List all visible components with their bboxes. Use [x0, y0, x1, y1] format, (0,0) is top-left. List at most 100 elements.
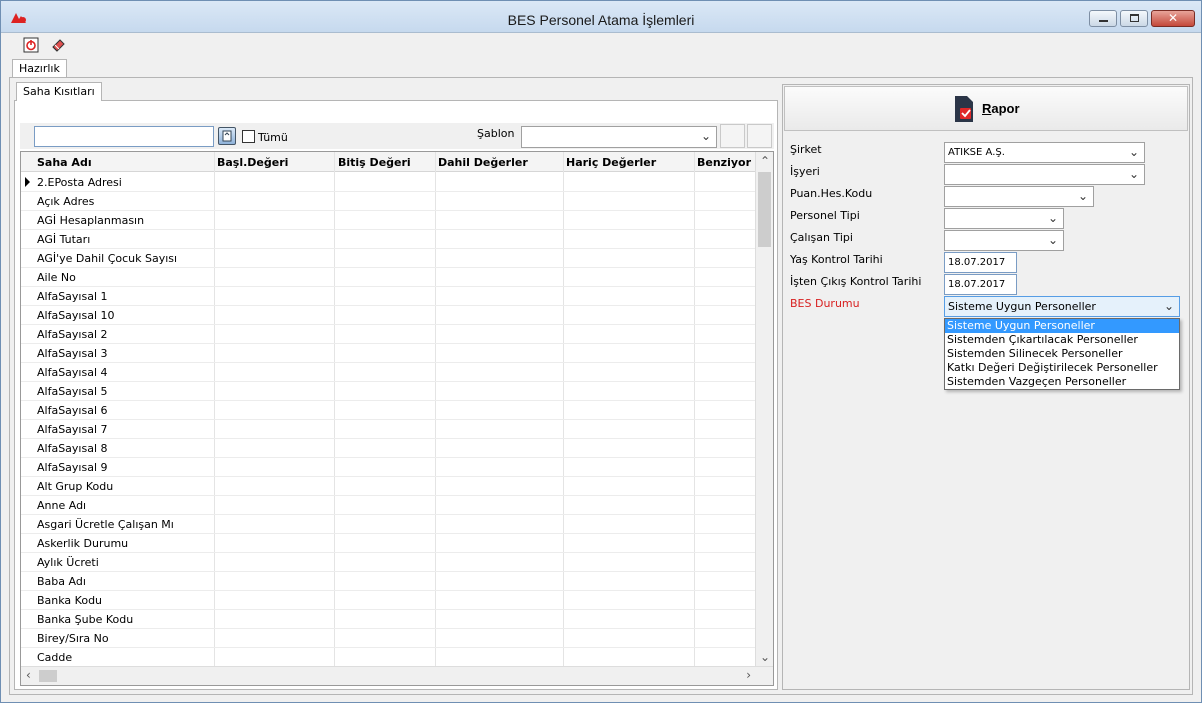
maximize-icon	[1130, 14, 1139, 22]
sablon-select[interactable]: ⌄	[521, 126, 717, 148]
column-header[interactable]: Benziyor	[697, 156, 751, 169]
scroll-left-icon[interactable]: ‹	[26, 668, 31, 682]
isten-cikis-label: İşten Çıkış Kontrol Tarihi	[790, 275, 922, 288]
table-row[interactable]: Banka Kodu	[21, 591, 756, 610]
dropdown-option[interactable]: Sistemden Vazgeçen Personeller	[945, 375, 1179, 389]
yas-kontrol-label: Yaş Kontrol Tarihi	[790, 253, 883, 266]
sirket-value: ATIKSE A.Ş.	[948, 147, 1005, 158]
table-row[interactable]: AlfaSayısal 6	[21, 401, 756, 420]
title-bar: BES Personel Atama İşlemleri ✕	[1, 1, 1201, 33]
search-input[interactable]	[34, 126, 214, 147]
chevron-down-icon: ⌄	[1077, 189, 1088, 203]
app-window: BES Personel Atama İşlemleri ✕ Hazırlık …	[0, 0, 1202, 703]
vertical-scrollbar[interactable]: ⌃ ⌄	[755, 152, 773, 666]
scroll-right-icon[interactable]: ›	[746, 668, 751, 682]
saha-adi-cell: AlfaSayısal 1	[37, 290, 108, 303]
table-row[interactable]: AlfaSayısal 9	[21, 458, 756, 477]
chevron-down-icon: ⌄	[700, 129, 711, 143]
table-row[interactable]: Anne Adı	[21, 496, 756, 515]
table-row[interactable]: Cadde	[21, 648, 756, 667]
table-row[interactable]: AlfaSayısal 10	[21, 306, 756, 325]
table-row[interactable]: Banka Şube Kodu	[21, 610, 756, 629]
table-row[interactable]: AlfaSayısal 2	[21, 325, 756, 344]
column-header[interactable]: Bitiş Değeri	[338, 156, 411, 169]
isyeri-select[interactable]: ⌄	[944, 164, 1145, 185]
refresh-icon	[222, 130, 232, 142]
scroll-thumb[interactable]	[39, 670, 57, 682]
table-row[interactable]: Baba Adı	[21, 572, 756, 591]
window-title: BES Personel Atama İşlemleri	[507, 12, 695, 28]
table-row[interactable]: AlfaSayısal 4	[21, 363, 756, 382]
tumu-checkbox[interactable]	[242, 130, 255, 143]
rapor-button[interactable]: Rapor	[784, 86, 1188, 131]
saha-adi-cell: Alt Grup Kodu	[37, 480, 114, 493]
saha-adi-cell: AlfaSayısal 7	[37, 423, 108, 436]
saha-adi-cell: Açık Adres	[37, 195, 95, 208]
saha-adi-cell: Asgari Ücretle Çalışan Mı	[37, 518, 174, 531]
maximize-button[interactable]	[1120, 10, 1148, 27]
table-row[interactable]: Aile No	[21, 268, 756, 287]
rapor-label: Rapor	[982, 101, 1020, 116]
yas-kontrol-date-input[interactable]: 18.07.2017	[944, 252, 1017, 273]
saha-adi-cell: Banka Kodu	[37, 594, 103, 607]
column-header[interactable]: Başl.Değeri	[217, 156, 288, 169]
yas-kontrol-value: 18.07.2017	[948, 257, 1006, 268]
puan-select[interactable]: ⌄	[944, 186, 1094, 207]
table-row[interactable]: Asgari Ücretle Çalışan Mı	[21, 515, 756, 534]
isten-cikis-date-input[interactable]: 18.07.2017	[944, 274, 1017, 295]
bes-durumu-label: BES Durumu	[790, 297, 860, 310]
scroll-up-icon[interactable]: ⌃	[760, 154, 770, 168]
column-header[interactable]: Dahil Değerler	[438, 156, 528, 169]
table-row[interactable]: AGİ Hesaplanmasın	[21, 211, 756, 230]
saha-adi-cell: AlfaSayısal 5	[37, 385, 108, 398]
template-action-button-2[interactable]	[747, 124, 772, 148]
sablon-label: Şablon	[477, 127, 515, 140]
column-header[interactable]: Saha Adı	[37, 156, 92, 169]
saha-adi-cell: AlfaSayısal 2	[37, 328, 108, 341]
personel-tipi-label: Personel Tipi	[790, 209, 860, 222]
personel-tipi-select[interactable]: ⌄	[944, 208, 1064, 229]
table-row[interactable]: 2.EPosta Adresi	[21, 173, 756, 192]
table-row[interactable]: Aylık Ücreti	[21, 553, 756, 572]
calisan-tipi-select[interactable]: ⌄	[944, 230, 1064, 251]
table-row[interactable]: AlfaSayısal 5	[21, 382, 756, 401]
saha-adi-cell: AGİ Tutarı	[37, 233, 91, 246]
table-row[interactable]: AlfaSayısal 7	[21, 420, 756, 439]
saha-adi-cell: AGİ'ye Dahil Çocuk Sayısı	[37, 252, 178, 265]
dropdown-option[interactable]: Sisteme Uygun Personeller	[945, 319, 1179, 333]
table-row[interactable]: Açık Adres	[21, 192, 756, 211]
scroll-thumb[interactable]	[758, 172, 771, 247]
table-row[interactable]: Alt Grup Kodu	[21, 477, 756, 496]
table-row[interactable]: AlfaSayısal 1	[21, 287, 756, 306]
dropdown-option[interactable]: Sistemden Çıkartılacak Personeller	[945, 333, 1179, 347]
refresh-button[interactable]	[218, 127, 236, 145]
table-row[interactable]: AGİ Tutarı	[21, 230, 756, 249]
saha-adi-cell: AlfaSayısal 9	[37, 461, 108, 474]
minimize-button[interactable]	[1089, 10, 1117, 27]
bes-durumu-select[interactable]: Sisteme Uygun Personeller ⌄	[944, 296, 1180, 317]
chevron-down-icon: ⌄	[1128, 145, 1139, 159]
toolbar	[1, 33, 1201, 57]
table-row[interactable]: Askerlik Durumu	[21, 534, 756, 553]
table-row[interactable]: AlfaSayısal 3	[21, 344, 756, 363]
saha-adi-cell: 2.EPosta Adresi	[37, 176, 122, 189]
power-icon[interactable]	[23, 37, 39, 53]
bes-durumu-value: Sisteme Uygun Personeller	[948, 300, 1096, 313]
horizontal-scrollbar[interactable]: ‹ ›	[21, 666, 773, 685]
tab-hazirlik[interactable]: Hazırlık	[12, 59, 67, 78]
template-action-button-1[interactable]	[720, 124, 745, 148]
table-row[interactable]: Birey/Sıra No	[21, 629, 756, 648]
dropdown-option[interactable]: Katkı Değeri Değiştirilecek Personeller	[945, 361, 1179, 375]
dropdown-option[interactable]: Sistemden Silinecek Personeller	[945, 347, 1179, 361]
sirket-select[interactable]: ATIKSE A.Ş. ⌄	[944, 142, 1145, 163]
scroll-down-icon[interactable]: ⌄	[760, 650, 770, 664]
eraser-icon[interactable]	[50, 37, 66, 53]
minimize-icon	[1099, 20, 1108, 22]
column-header[interactable]: Hariç Değerler	[566, 156, 656, 169]
table-row[interactable]: AlfaSayısal 8	[21, 439, 756, 458]
close-button[interactable]: ✕	[1151, 10, 1195, 27]
table-row[interactable]: AGİ'ye Dahil Çocuk Sayısı	[21, 249, 756, 268]
saha-adi-cell: AGİ Hesaplanmasın	[37, 214, 145, 227]
isten-cikis-value: 18.07.2017	[948, 279, 1006, 290]
tab-saha-kisitlari[interactable]: Saha Kısıtları	[16, 82, 102, 101]
